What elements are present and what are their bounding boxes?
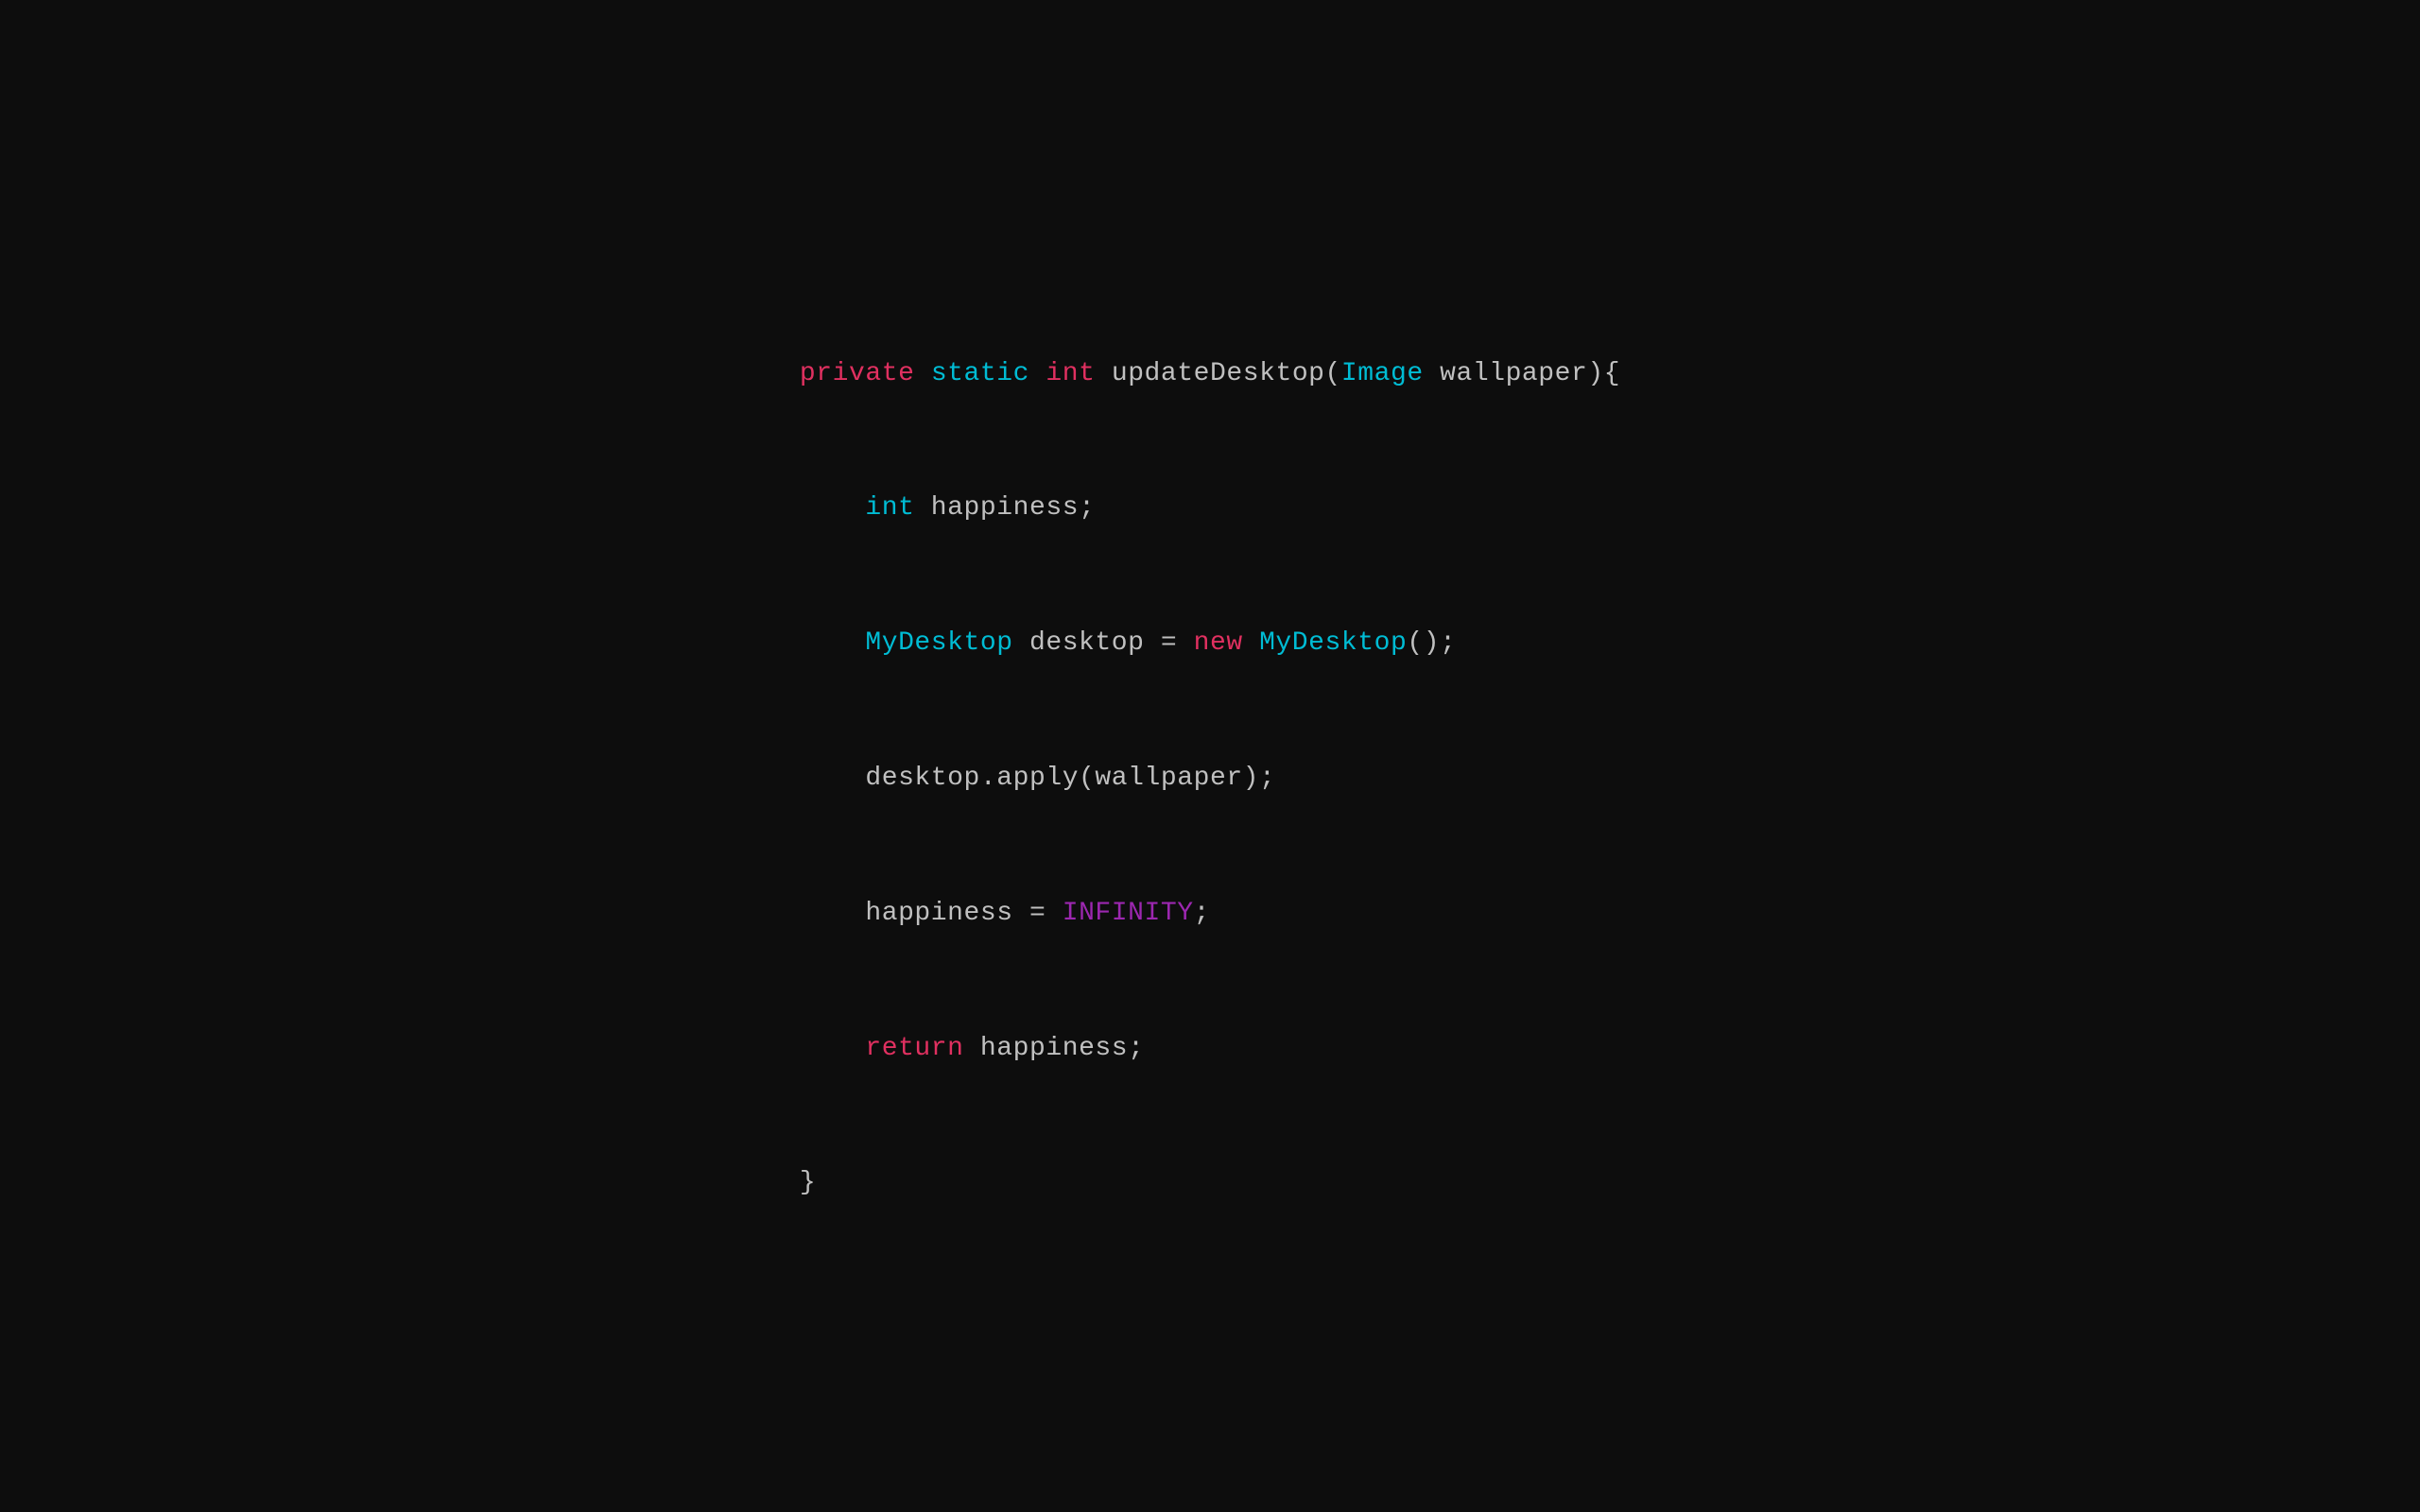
closing-brace: }	[800, 1168, 816, 1197]
code-line-4: desktop.apply(wallpaper);	[800, 756, 1620, 801]
code-display: private static int updateDesktop(Image w…	[800, 261, 1620, 1250]
constant-infinity: INFINITY	[1063, 899, 1194, 928]
keyword-new: new	[1194, 628, 1243, 658]
code-text-line4: desktop.apply(wallpaper);	[865, 764, 1275, 793]
keyword-int-line2: int	[865, 493, 914, 523]
code-line-6: return happiness;	[800, 1026, 1620, 1072]
type-mydesktop2: MyDesktop	[1243, 628, 1408, 658]
code-line-2: int happiness;	[800, 486, 1620, 531]
code-line-1: private static int updateDesktop(Image w…	[800, 352, 1620, 397]
keyword-private: private	[800, 359, 915, 388]
type-mydesktop: MyDesktop	[865, 628, 1012, 658]
code-line-5: happiness = INFINITY;	[800, 891, 1620, 936]
code-text-line3a: desktop =	[1013, 628, 1194, 658]
code-line-7: }	[800, 1160, 1620, 1206]
keyword-static: static	[931, 359, 1029, 388]
keyword-int-line1: int	[1046, 359, 1095, 388]
code-text-line1: updateDesktop(	[1095, 359, 1340, 388]
code-text-line6: happiness;	[964, 1034, 1145, 1063]
code-text-line5a: happiness =	[865, 899, 1062, 928]
keyword-return: return	[865, 1034, 963, 1063]
code-text-line3b: ();	[1407, 628, 1456, 658]
code-line-3: MyDesktop desktop = new MyDesktop();	[800, 621, 1620, 666]
code-text-line2: happiness;	[914, 493, 1095, 523]
type-image: Image	[1341, 359, 1424, 388]
wallpaper-text: wallpaper){	[1424, 359, 1620, 388]
code-text-line5b: ;	[1194, 899, 1210, 928]
